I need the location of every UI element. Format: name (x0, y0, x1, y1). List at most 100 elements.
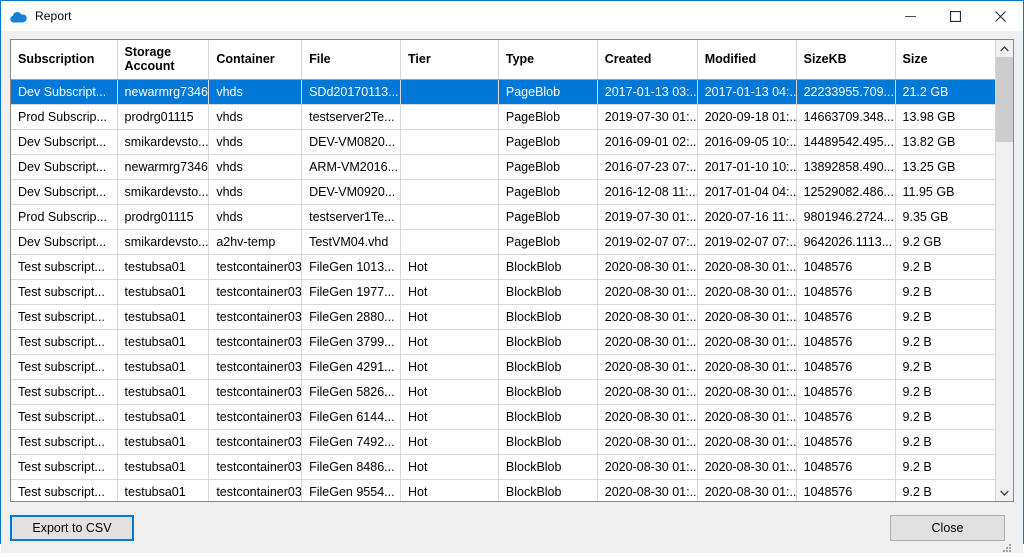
report-table: Subscription Storage Account Container F… (11, 40, 995, 501)
table-cell: 2020-08-30 01:... (597, 279, 698, 305)
column-header-sizekb[interactable]: SizeKB (796, 40, 896, 80)
table-row[interactable]: Test subscript... testubsa01 testcontainer… (11, 379, 995, 405)
cloud-icon (10, 10, 27, 23)
table-cell: Dev Subscript... (11, 179, 118, 205)
table-cell: smikardevsto... (117, 229, 210, 255)
table-cell: testcontainer03 (208, 329, 303, 355)
column-header-size[interactable]: Size (895, 40, 995, 80)
column-header-file[interactable]: File (301, 40, 401, 80)
table-cell: 2020-08-30 01:... (697, 354, 797, 380)
table-cell: Test subscript... (11, 254, 118, 280)
table-cell: 22233955.709... (796, 79, 896, 105)
table-row[interactable]: Dev Subscript... smikardevsto... vhds DEV-V… (11, 129, 995, 155)
table-row[interactable]: Test subscript... testubsa01 testcontainer… (11, 304, 995, 330)
table-cell: Test subscript... (11, 404, 118, 430)
table-cell: PageBlob (498, 104, 598, 130)
table-cell: 1048576 (796, 354, 896, 380)
table-row[interactable]: Dev Subscript... newarmrg7346 vhds ARM-VM20… (11, 154, 995, 180)
maximize-button[interactable] (933, 1, 978, 31)
column-header-tier[interactable]: Tier (400, 40, 499, 80)
table-cell: 14663709.348... (796, 104, 896, 130)
table-cell: 2020-08-30 01:... (697, 454, 797, 480)
table-cell: 1048576 (796, 479, 896, 501)
table-cell: BlockBlob (498, 304, 598, 330)
table-cell: BlockBlob (498, 379, 598, 405)
table-cell: Hot (400, 429, 499, 455)
table-row[interactable]: Test subscript... testubsa01 testcontainer… (11, 354, 995, 380)
table-cell: 2020-08-30 01:... (597, 404, 698, 430)
table-cell: 9.2 B (895, 379, 995, 405)
scrollbar-track[interactable] (996, 57, 1013, 484)
table-cell: PageBlob (498, 204, 598, 230)
column-header-type[interactable]: Type (498, 40, 598, 80)
table-cell: 2020-09-18 01:... (697, 104, 797, 130)
table-cell: 2020-08-30 01:... (697, 429, 797, 455)
close-dialog-button[interactable]: Close (890, 514, 1005, 541)
column-header-subscription[interactable]: Subscription (11, 40, 118, 80)
window-title: Report (35, 9, 72, 23)
table-cell: 21.2 GB (895, 79, 995, 105)
scroll-up-button[interactable] (996, 40, 1013, 57)
table-row[interactable]: Test subscript... testubsa01 testcontainer… (11, 429, 995, 455)
table-row[interactable]: Test subscript... testubsa01 testcontainer… (11, 454, 995, 480)
close-button[interactable] (978, 1, 1023, 31)
report-window: Report Subscription Storage Account Cont… (0, 0, 1024, 553)
table-cell: PageBlob (498, 154, 598, 180)
window-controls (888, 1, 1023, 31)
table-cell: testcontainer03 (208, 379, 303, 405)
table-cell: 13.25 GB (895, 154, 995, 180)
table-row[interactable]: Prod Subscrip... prodrg01115 vhds testserve… (11, 104, 995, 130)
table-row[interactable]: Test subscript... testubsa01 testcontainer… (11, 404, 995, 430)
table-row[interactable]: Test subscript... testubsa01 testcontainer… (11, 479, 995, 501)
column-header-created[interactable]: Created (597, 40, 698, 80)
table-cell: 2020-08-30 01:... (597, 304, 698, 330)
table-row[interactable]: Prod Subscrip... prodrg01115 vhds testserve… (11, 204, 995, 230)
table-cell: Test subscript... (11, 454, 118, 480)
table-cell: testubsa01 (117, 404, 210, 430)
table-cell: testubsa01 (117, 454, 210, 480)
table-cell: 11.95 GB (895, 179, 995, 205)
table-row[interactable]: Test subscript... testubsa01 testcontainer… (11, 279, 995, 305)
table-cell: 9.2 B (895, 454, 995, 480)
table-cell: testcontainer03 (208, 279, 303, 305)
table-cell: testubsa01 (117, 304, 210, 330)
header-row: Subscription Storage Account Container F… (11, 40, 995, 80)
report-grid: Subscription Storage Account Container F… (10, 39, 1014, 502)
table-row[interactable]: Dev Subscript... smikardevsto... vhds DEV-V… (11, 179, 995, 205)
table-row[interactable]: Dev Subscript... newarmrg7346 vhds SDd20170… (11, 79, 995, 105)
table-cell: 9.2 B (895, 254, 995, 280)
table-row[interactable]: Test subscript... testubsa01 testcontainer… (11, 254, 995, 280)
table-cell: 12529082.486... (796, 179, 896, 205)
table-cell: PageBlob (498, 129, 598, 155)
table-cell: BlockBlob (498, 279, 598, 305)
scroll-down-button[interactable] (996, 484, 1013, 501)
scrollbar-thumb[interactable] (996, 57, 1013, 142)
table-cell: 9.2 GB (895, 229, 995, 255)
table-cell: 2020-07-16 11:... (697, 204, 797, 230)
table-cell: 2016-09-05 10:... (697, 129, 797, 155)
table-cell (400, 154, 499, 180)
table-row[interactable]: Test subscript... testubsa01 testcontainer… (11, 329, 995, 355)
table-cell: testcontainer03 (208, 354, 303, 380)
table-cell: FileGen 3799... (301, 329, 401, 355)
table-cell: Hot (400, 279, 499, 305)
table-cell: FileGen 5826... (301, 379, 401, 405)
column-header-storage-account[interactable]: Storage Account (117, 40, 210, 80)
table-cell: BlockBlob (498, 254, 598, 280)
export-to-csv-button[interactable]: Export to CSV (10, 514, 134, 541)
table-cell: testcontainer03 (208, 304, 303, 330)
table-cell (400, 104, 499, 130)
resize-grip[interactable] (1000, 540, 1012, 552)
vertical-scrollbar[interactable] (995, 40, 1013, 501)
table-cell: 2019-02-07 07:... (697, 229, 797, 255)
table-cell: DEV-VM0920... (301, 179, 401, 205)
table-cell: 9642026.1113... (796, 229, 896, 255)
client-area: Subscription Storage Account Container F… (1, 31, 1023, 553)
minimize-button[interactable] (888, 1, 933, 31)
table-cell: 2020-08-30 01:... (697, 329, 797, 355)
column-header-container[interactable]: Container (208, 40, 303, 80)
table-row[interactable]: Dev Subscript... smikardevsto... a2hv-temp… (11, 229, 995, 255)
table-cell (400, 179, 499, 205)
table-cell (400, 204, 499, 230)
column-header-modified[interactable]: Modified (697, 40, 797, 80)
